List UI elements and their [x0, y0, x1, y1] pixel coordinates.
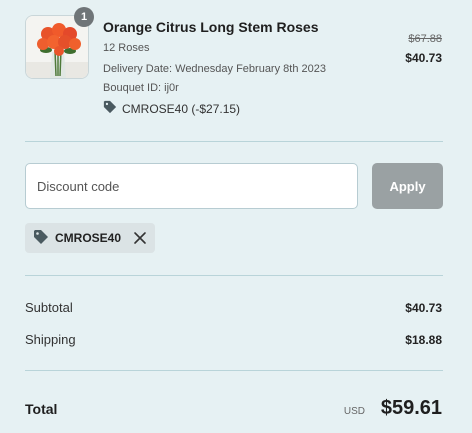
currency-code: USD — [343, 406, 365, 417]
tag-icon — [33, 229, 49, 248]
subtotal-label: Subtotal — [25, 300, 73, 315]
order-summary: 1 Orange Citrus Long Stem Roses 12 Roses… — [0, 0, 472, 433]
total-value: $59.61 — [380, 397, 442, 419]
shipping-label: Shipping — [25, 332, 76, 347]
divider — [25, 141, 443, 142]
discount-chip-code: CMROSE40 — [55, 231, 122, 245]
close-icon[interactable] — [133, 231, 147, 245]
product-discount-label: CMROSE40 (-$27.15) — [122, 101, 241, 116]
delivery-date: Delivery Date: Wednesday February 8th 20… — [103, 63, 326, 75]
discount-code-input[interactable] — [25, 163, 358, 209]
original-price: $67.88 — [408, 33, 442, 45]
product-discount: CMROSE40 (-$27.15) — [103, 100, 240, 117]
discount-chip: CMROSE40 — [25, 223, 156, 253]
shipping-value: $18.88 — [405, 333, 442, 347]
divider — [25, 370, 443, 371]
subtotal-value: $40.73 — [405, 301, 442, 315]
product-price: $40.73 — [405, 51, 442, 65]
total-label: Total — [25, 401, 58, 417]
bouquet-id: Bouquet ID: ij0r — [103, 82, 179, 94]
apply-button[interactable]: Apply — [372, 163, 443, 209]
tag-icon — [103, 100, 117, 117]
divider — [25, 275, 443, 276]
product-title: Orange Citrus Long Stem Roses — [103, 19, 319, 35]
quantity-badge: 1 — [74, 7, 94, 27]
product-variant: 12 Roses — [103, 42, 150, 54]
